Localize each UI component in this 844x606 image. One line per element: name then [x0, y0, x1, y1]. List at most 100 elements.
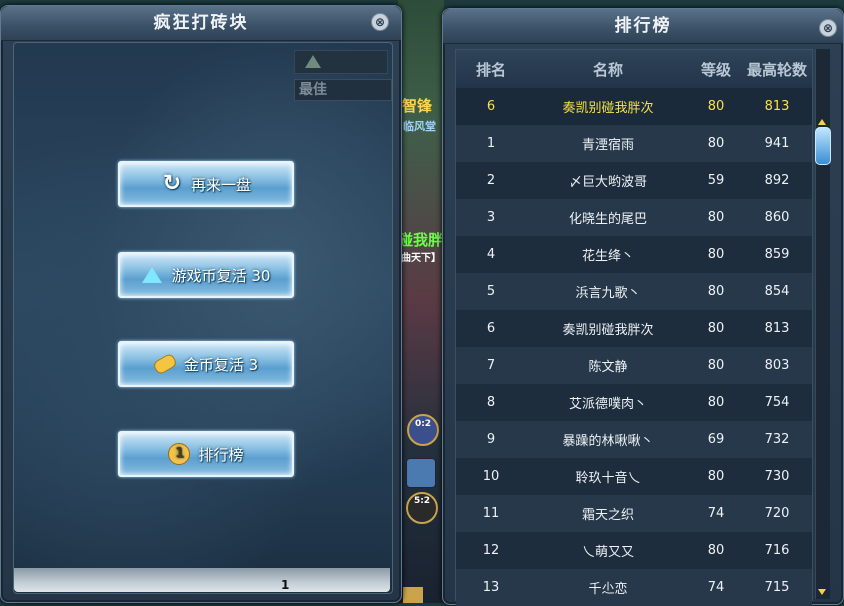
- paddle-floor: [14, 568, 390, 592]
- scene-other-player-name: 碰我胖: [398, 231, 444, 249]
- best-score-label: 最佳: [294, 79, 392, 101]
- table-row[interactable]: 12 乀萌又又 80 716: [456, 532, 812, 569]
- gem-icon: [305, 55, 321, 68]
- table-row[interactable]: 8 艾派德噗肉丶 80 754: [456, 384, 812, 421]
- scroll-up-icon[interactable]: [818, 119, 826, 125]
- row-rank: 10: [482, 469, 500, 484]
- table-row[interactable]: 11 霜天之织 74 720: [456, 495, 812, 532]
- row-level: 80: [707, 469, 725, 484]
- game-play-area[interactable]: [13, 42, 393, 594]
- row-best: 860: [764, 210, 790, 225]
- row-rank: 11: [482, 506, 500, 521]
- row-name: 聆玖十音乀: [575, 471, 641, 486]
- table-row[interactable]: 9 暴躁的林啾啾丶 69 732: [456, 421, 812, 458]
- row-best: 732: [764, 432, 790, 447]
- self-level: 80: [707, 99, 725, 114]
- row-level: 69: [707, 432, 725, 447]
- row-best: 754: [764, 395, 790, 410]
- self-best: 813: [764, 99, 790, 114]
- row-level: 80: [707, 210, 725, 225]
- table-row[interactable]: 7 陈文静 80 803: [456, 347, 812, 384]
- header-best-rounds: 最高轮数: [746, 60, 807, 79]
- page-number: 1: [281, 578, 290, 592]
- leaderboard-panel: 排行榜 ⊗ 排名 名称 等级 最高轮数 6 奏凯别碰我胖次 80 813 1 青…: [442, 8, 844, 606]
- row-rank: 6: [486, 321, 496, 336]
- row-best: 813: [764, 321, 790, 336]
- table-row[interactable]: 4 花生绛丶 80 859: [456, 236, 812, 273]
- row-name: 青湮宿雨: [581, 138, 634, 153]
- row-best: 854: [764, 284, 790, 299]
- skill-slot-4[interactable]: [403, 587, 423, 603]
- row-name: 乀萌又又: [581, 545, 634, 560]
- scroll-thumb[interactable]: [815, 127, 831, 165]
- row-best: 892: [764, 173, 790, 188]
- row-name: 浜言九歌丶: [575, 286, 641, 301]
- row-best: 803: [764, 358, 790, 373]
- close-icon[interactable]: ⊗: [371, 13, 389, 31]
- table-row[interactable]: 13 千尐恋 74 715: [456, 569, 812, 606]
- skill-slot-2[interactable]: [406, 458, 436, 488]
- leaderboard-button[interactable]: 1 排行榜: [118, 431, 294, 477]
- gold-coin-icon: [151, 352, 178, 376]
- row-rank: 8: [486, 395, 496, 410]
- skill-slot-3[interactable]: 5:2: [406, 492, 438, 524]
- revive-game-coin-button[interactable]: 游戏币复活 30: [118, 252, 294, 298]
- revive-gold-button[interactable]: 金币复活 3: [118, 341, 294, 387]
- close-icon[interactable]: ⊗: [819, 19, 837, 37]
- row-name: 〆巨大哟波哥: [568, 175, 647, 190]
- refresh-icon: ↻: [162, 171, 182, 196]
- restart-label: 再来一盘: [190, 175, 251, 194]
- scene-other-player-tag: 曲天下】: [401, 253, 441, 264]
- row-level: 74: [707, 580, 725, 595]
- scene-player-name: 智锋: [402, 97, 433, 115]
- table-row[interactable]: 10 聆玖十音乀 80 730: [456, 458, 812, 495]
- leaderboard-label: 排行榜: [198, 445, 244, 464]
- row-rank: 7: [486, 358, 496, 373]
- skill-slot-1[interactable]: 0:2: [407, 414, 439, 446]
- row-level: 59: [707, 173, 725, 188]
- row-rank: 1: [486, 136, 496, 151]
- row-rank: 4: [486, 247, 496, 262]
- row-name: 暴躁的林啾啾丶: [562, 434, 654, 449]
- self-name: 奏凯别碰我胖次: [562, 101, 654, 116]
- row-name: 花生绛丶: [581, 249, 634, 264]
- row-name: 艾派德噗肉丶: [568, 397, 647, 412]
- row-level: 74: [707, 506, 725, 521]
- row-best: 716: [764, 543, 790, 558]
- scroll-down-icon[interactable]: [818, 589, 826, 595]
- table-row[interactable]: 6 奏凯别碰我胖次 80 813: [456, 310, 812, 347]
- row-level: 80: [707, 284, 725, 299]
- row-level: 80: [707, 543, 725, 558]
- best-score-slot: [294, 50, 388, 74]
- row-best: 720: [764, 506, 790, 521]
- row-rank: 9: [486, 432, 496, 447]
- row-name: 奏凯别碰我胖次: [562, 323, 654, 338]
- row-rank: 2: [486, 173, 496, 188]
- table-row[interactable]: 3 化晓生的尾巴 80 860: [456, 199, 812, 236]
- revive-gold-label: 金币复活 3: [183, 355, 259, 374]
- row-rank: 13: [482, 580, 500, 595]
- header-name: 名称: [592, 60, 623, 79]
- row-best: 941: [764, 136, 790, 151]
- restart-button[interactable]: ↻ 再来一盘: [118, 161, 294, 207]
- self-rank-row: 6 奏凯别碰我胖次 80 813: [456, 88, 812, 126]
- row-level: 80: [707, 358, 725, 373]
- row-level: 80: [707, 321, 725, 336]
- row-rank: 3: [486, 210, 496, 225]
- scene-player-guild: 临风堂: [403, 120, 436, 133]
- gem-icon: [141, 267, 162, 283]
- leaderboard-table: 排名 名称 等级 最高轮数 6 奏凯别碰我胖次 80 813 1 青湮宿雨 80…: [455, 49, 813, 606]
- medal-icon: 1: [168, 443, 191, 465]
- row-best: 715: [764, 580, 790, 595]
- table-row[interactable]: 2 〆巨大哟波哥 59 892: [456, 162, 812, 199]
- leaderboard-header-row: 排名 名称 等级 最高轮数: [456, 50, 812, 89]
- row-level: 80: [707, 136, 725, 151]
- row-level: 80: [707, 395, 725, 410]
- row-best: 730: [764, 469, 790, 484]
- row-name: 霜天之织: [581, 508, 634, 523]
- row-name: 陈文静: [588, 360, 628, 375]
- header-rank: 排名: [475, 60, 506, 79]
- table-row[interactable]: 1 青湮宿雨 80 941: [456, 125, 812, 162]
- table-row[interactable]: 5 浜言九歌丶 80 854: [456, 273, 812, 310]
- header-level: 等级: [700, 60, 731, 79]
